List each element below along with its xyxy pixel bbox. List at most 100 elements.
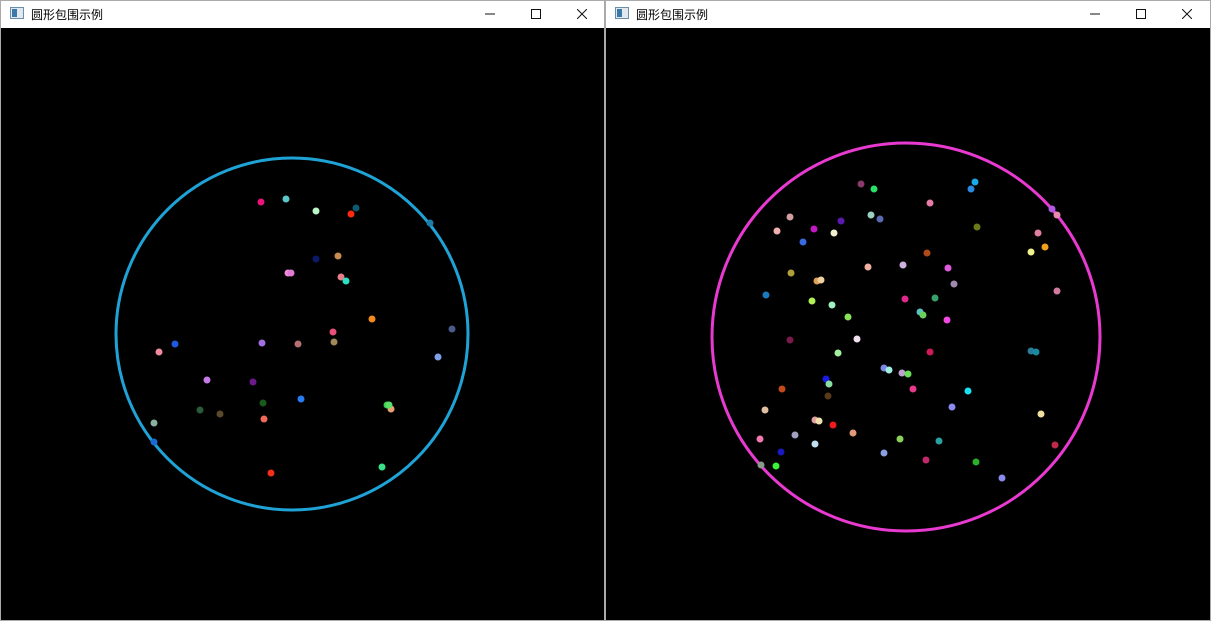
point: [944, 264, 952, 272]
point: [761, 406, 769, 414]
point: [791, 431, 799, 439]
point: [922, 456, 930, 464]
point: [973, 223, 981, 231]
point: [926, 348, 934, 356]
point: [1034, 229, 1042, 237]
point: [829, 421, 837, 429]
point: [772, 462, 780, 470]
close-icon: [577, 9, 587, 19]
point: [787, 269, 795, 277]
point: [216, 410, 224, 418]
point: [898, 369, 906, 377]
point: [773, 227, 781, 235]
window-title: 圆形包围示例: [636, 8, 709, 22]
point: [1051, 441, 1059, 449]
point: [880, 449, 888, 457]
point: [811, 440, 819, 448]
point: [810, 225, 818, 233]
point: [904, 370, 912, 378]
point: [964, 387, 972, 395]
point: [329, 328, 337, 336]
point: [950, 280, 958, 288]
point: [857, 180, 865, 188]
drawing-canvas: [1, 28, 604, 620]
point: [297, 395, 305, 403]
close-icon: [1182, 9, 1192, 19]
point: [426, 219, 434, 227]
point: [948, 403, 956, 411]
minimize-button[interactable]: [467, 1, 513, 28]
minimize-icon: [485, 13, 495, 15]
point-group: [150, 195, 456, 477]
point: [815, 417, 823, 425]
point: [434, 353, 442, 361]
point: [834, 349, 842, 357]
point: [1053, 287, 1061, 295]
point-group: [756, 178, 1061, 482]
point: [150, 419, 158, 427]
point: [385, 401, 393, 409]
point: [923, 249, 931, 257]
point: [808, 297, 816, 305]
point: [998, 474, 1006, 482]
point: [196, 406, 204, 414]
point: [150, 438, 158, 446]
point: [896, 435, 904, 443]
point: [849, 429, 857, 437]
point: [378, 463, 386, 471]
title-bar[interactable]: 圆形包围示例: [606, 1, 1210, 28]
point: [1053, 211, 1061, 219]
point: [1027, 248, 1035, 256]
point: [830, 229, 838, 237]
point: [828, 301, 836, 309]
window-title: 圆形包围示例: [31, 8, 104, 22]
point: [260, 415, 268, 423]
point: [368, 315, 376, 323]
point: [330, 338, 338, 346]
close-button[interactable]: [1164, 1, 1210, 28]
point: [935, 437, 943, 445]
point: [778, 385, 786, 393]
app-window-icon: [10, 7, 24, 19]
point: [837, 217, 845, 225]
point: [203, 376, 211, 384]
maximize-button[interactable]: [1118, 1, 1164, 28]
point: [294, 340, 302, 348]
point: [259, 399, 267, 407]
point: [971, 178, 979, 186]
point: [786, 213, 794, 221]
point: [757, 461, 765, 469]
point: [972, 458, 980, 466]
title-bar[interactable]: 圆形包围示例: [1, 1, 604, 28]
point: [867, 211, 875, 219]
point: [885, 366, 893, 374]
point: [312, 255, 320, 263]
enclosing-circle: [114, 156, 470, 512]
close-button[interactable]: [559, 1, 605, 28]
point: [876, 215, 884, 223]
point: [1037, 410, 1045, 418]
drawing-canvas: [606, 28, 1210, 620]
window-right: 圆形包围示例: [605, 0, 1211, 621]
canvas-svg: [710, 141, 1102, 533]
point: [155, 348, 163, 356]
point: [762, 291, 770, 299]
point: [901, 295, 909, 303]
point: [777, 448, 785, 456]
point: [312, 207, 320, 215]
point: [334, 252, 342, 260]
point: [448, 325, 456, 333]
point: [1048, 205, 1056, 213]
point: [899, 261, 907, 269]
maximize-button[interactable]: [513, 1, 559, 28]
point: [817, 276, 825, 284]
point: [825, 380, 833, 388]
maximize-icon: [531, 9, 541, 19]
point: [943, 316, 951, 324]
point: [931, 294, 939, 302]
minimize-button[interactable]: [1072, 1, 1118, 28]
point: [249, 378, 257, 386]
point: [786, 336, 794, 344]
window-left: 圆形包围示例: [0, 0, 605, 621]
point: [756, 435, 764, 443]
